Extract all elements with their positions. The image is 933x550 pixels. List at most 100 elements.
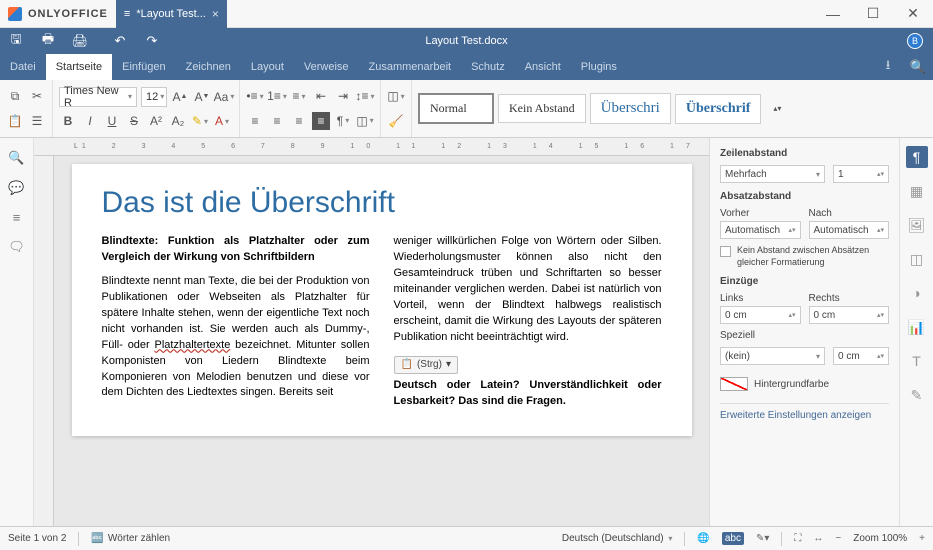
textart-panel-icon[interactable]: T: [906, 350, 928, 372]
header-panel-icon[interactable]: ◫: [906, 248, 928, 270]
align-right-icon[interactable]: ≡: [290, 112, 308, 130]
style-normal[interactable]: Normal: [418, 93, 494, 124]
align-justify-icon[interactable]: ≡: [312, 112, 330, 130]
paragraph-panel-icon[interactable]: ¶: [906, 146, 928, 168]
horizontal-ruler[interactable]: L 1 2 3 4 5 6 7 8 9 10 11 12 13 14 15 16…: [34, 138, 709, 156]
fit-width-icon[interactable]: ↔: [813, 533, 823, 544]
indent-left-input[interactable]: 0 cm▴▾: [720, 306, 801, 324]
save-button[interactable]: 🖫: [0, 28, 32, 54]
insert-shape-icon[interactable]: ◫▾: [387, 87, 405, 105]
line-spacing-mode-select[interactable]: Mehrfach▾: [720, 165, 825, 183]
multilevel-icon[interactable]: ≡▾: [290, 87, 308, 105]
superscript-icon[interactable]: A²: [147, 112, 165, 130]
font-color-icon[interactable]: A▾: [213, 112, 231, 130]
special-indent-value[interactable]: 0 cm▴▾: [833, 347, 889, 365]
indent-increase-icon[interactable]: ⇥: [334, 87, 352, 105]
indent-decrease-icon[interactable]: ⇤: [312, 87, 330, 105]
clear-style-icon[interactable]: 🧹: [387, 112, 405, 130]
subscript-icon[interactable]: A₂: [169, 112, 187, 130]
document-page[interactable]: Das ist die Überschrift Blindtexte: Funk…: [72, 164, 692, 436]
cut-icon[interactable]: ✂: [28, 87, 46, 105]
special-indent-select[interactable]: (kein)▾: [720, 347, 825, 365]
print-button[interactable]: 🖶: [32, 28, 64, 54]
zoom-level[interactable]: Zoom 100%: [853, 533, 907, 544]
doc-tab-hamburger-icon: ≡: [124, 8, 130, 20]
spellcheck-icon[interactable]: 🌐: [697, 533, 709, 544]
font-name-select[interactable]: Times New R▾: [59, 87, 137, 107]
nonprinting-icon[interactable]: ¶▾: [334, 112, 352, 130]
increase-font-icon[interactable]: A▲: [171, 88, 189, 106]
spell-icon[interactable]: abc: [722, 532, 744, 545]
line-spacing-icon[interactable]: ↕≡▾: [356, 87, 374, 105]
style-heading2[interactable]: Überschrif: [675, 94, 762, 124]
menu-zusammenarbeit[interactable]: Zusammenarbeit: [359, 54, 462, 80]
align-left-icon[interactable]: ≡: [246, 112, 264, 130]
spacing-before-input[interactable]: Automatisch▴▾: [720, 221, 801, 239]
maximize-button[interactable]: ☐: [853, 0, 893, 28]
close-window-button[interactable]: ✕: [893, 0, 933, 28]
strike-icon[interactable]: S: [125, 112, 143, 130]
quickprint-button[interactable]: 🖨: [64, 28, 96, 54]
bold-icon[interactable]: B: [59, 112, 77, 130]
menu-ansicht[interactable]: Ansicht: [515, 54, 571, 80]
menu-einfuegen[interactable]: Einfügen: [112, 54, 175, 80]
zoom-in-icon[interactable]: +: [919, 533, 925, 544]
shape-panel-icon[interactable]: ◑: [906, 282, 928, 304]
feedback-icon[interactable]: 🗨: [8, 239, 25, 255]
chart-panel-icon[interactable]: 📊: [906, 316, 928, 338]
change-case-icon[interactable]: Aa▾: [215, 88, 233, 106]
user-avatar[interactable]: B: [907, 33, 923, 49]
track-changes-icon[interactable]: ✎▾: [756, 533, 769, 544]
select-all-icon[interactable]: ☰: [28, 112, 46, 130]
undo-button[interactable]: ↶: [104, 28, 136, 54]
menu-plugins[interactable]: Plugins: [571, 54, 627, 80]
bg-color-swatch[interactable]: [720, 377, 748, 391]
status-bar: Seite 1 von 2 🔤Wörter zählen Deutsch (De…: [0, 526, 933, 550]
copy-icon[interactable]: ⧉: [6, 87, 24, 105]
font-size-select[interactable]: 12▾: [141, 87, 167, 107]
menu-verweise[interactable]: Verweise: [294, 54, 359, 80]
align-center-icon[interactable]: ≡: [268, 112, 286, 130]
style-no-spacing[interactable]: Kein Abstand: [498, 94, 586, 123]
menu-datei[interactable]: Datei: [0, 54, 46, 80]
zoom-out-icon[interactable]: −: [835, 533, 841, 544]
paste-icon[interactable]: 📋: [6, 112, 24, 130]
image-panel-icon[interactable]: 🖼: [906, 214, 928, 236]
style-expand-icon[interactable]: ▴▾: [765, 100, 789, 118]
language-select[interactable]: Deutsch (Deutschland) ▾: [562, 533, 673, 544]
menu-layout[interactable]: Layout: [241, 54, 294, 80]
numbering-icon[interactable]: 1≡▾: [268, 87, 286, 105]
highlight-icon[interactable]: ✎▾: [191, 112, 209, 130]
no-space-same-check[interactable]: Kein Abstand zwischen Absätzen gleicher …: [720, 245, 889, 268]
headings-icon[interactable]: ≡: [13, 210, 21, 225]
style-heading1[interactable]: Überschri: [590, 93, 671, 124]
menu-schutz[interactable]: Schutz: [461, 54, 515, 80]
vertical-ruler[interactable]: [34, 156, 54, 526]
page-indicator[interactable]: Seite 1 von 2: [8, 533, 66, 544]
word-count[interactable]: 🔤Wörter zählen: [91, 533, 170, 544]
menu-startseite[interactable]: Startseite: [46, 54, 112, 80]
decrease-font-icon[interactable]: A▼: [193, 88, 211, 106]
paste-options-tag[interactable]: 📋 (Strg) ▾: [394, 356, 458, 375]
fit-page-icon[interactable]: ⛶: [794, 533, 801, 544]
close-tab-icon[interactable]: ×: [212, 7, 219, 21]
search-icon[interactable]: 🔍: [903, 54, 933, 80]
redo-button[interactable]: ↷: [136, 28, 168, 54]
italic-icon[interactable]: I: [81, 112, 99, 130]
shading-icon[interactable]: ◫▾: [356, 112, 374, 130]
document-tab[interactable]: ≡ *Layout Test... ×: [116, 0, 227, 28]
signature-panel-icon[interactable]: ✎: [906, 384, 928, 406]
menu-zeichnen[interactable]: Zeichnen: [176, 54, 241, 80]
line-spacing-value-input[interactable]: 1▴▾: [833, 165, 889, 183]
subheading-1: Blindtexte: Funktion als Platzhalter ode…: [102, 234, 370, 266]
minimize-button[interactable]: —: [813, 0, 853, 28]
open-location-icon[interactable]: ⭳: [873, 54, 903, 80]
underline-icon[interactable]: U: [103, 112, 121, 130]
spacing-after-input[interactable]: Automatisch▴▾: [809, 221, 890, 239]
bullets-icon[interactable]: •≡▾: [246, 87, 264, 105]
comments-icon[interactable]: 💬: [8, 180, 24, 196]
table-panel-icon[interactable]: ▦: [906, 180, 928, 202]
indent-right-input[interactable]: 0 cm▴▾: [809, 306, 890, 324]
advanced-settings-link[interactable]: Erweiterte Einstellungen anzeigen: [720, 410, 871, 421]
find-icon[interactable]: 🔍: [8, 150, 24, 166]
